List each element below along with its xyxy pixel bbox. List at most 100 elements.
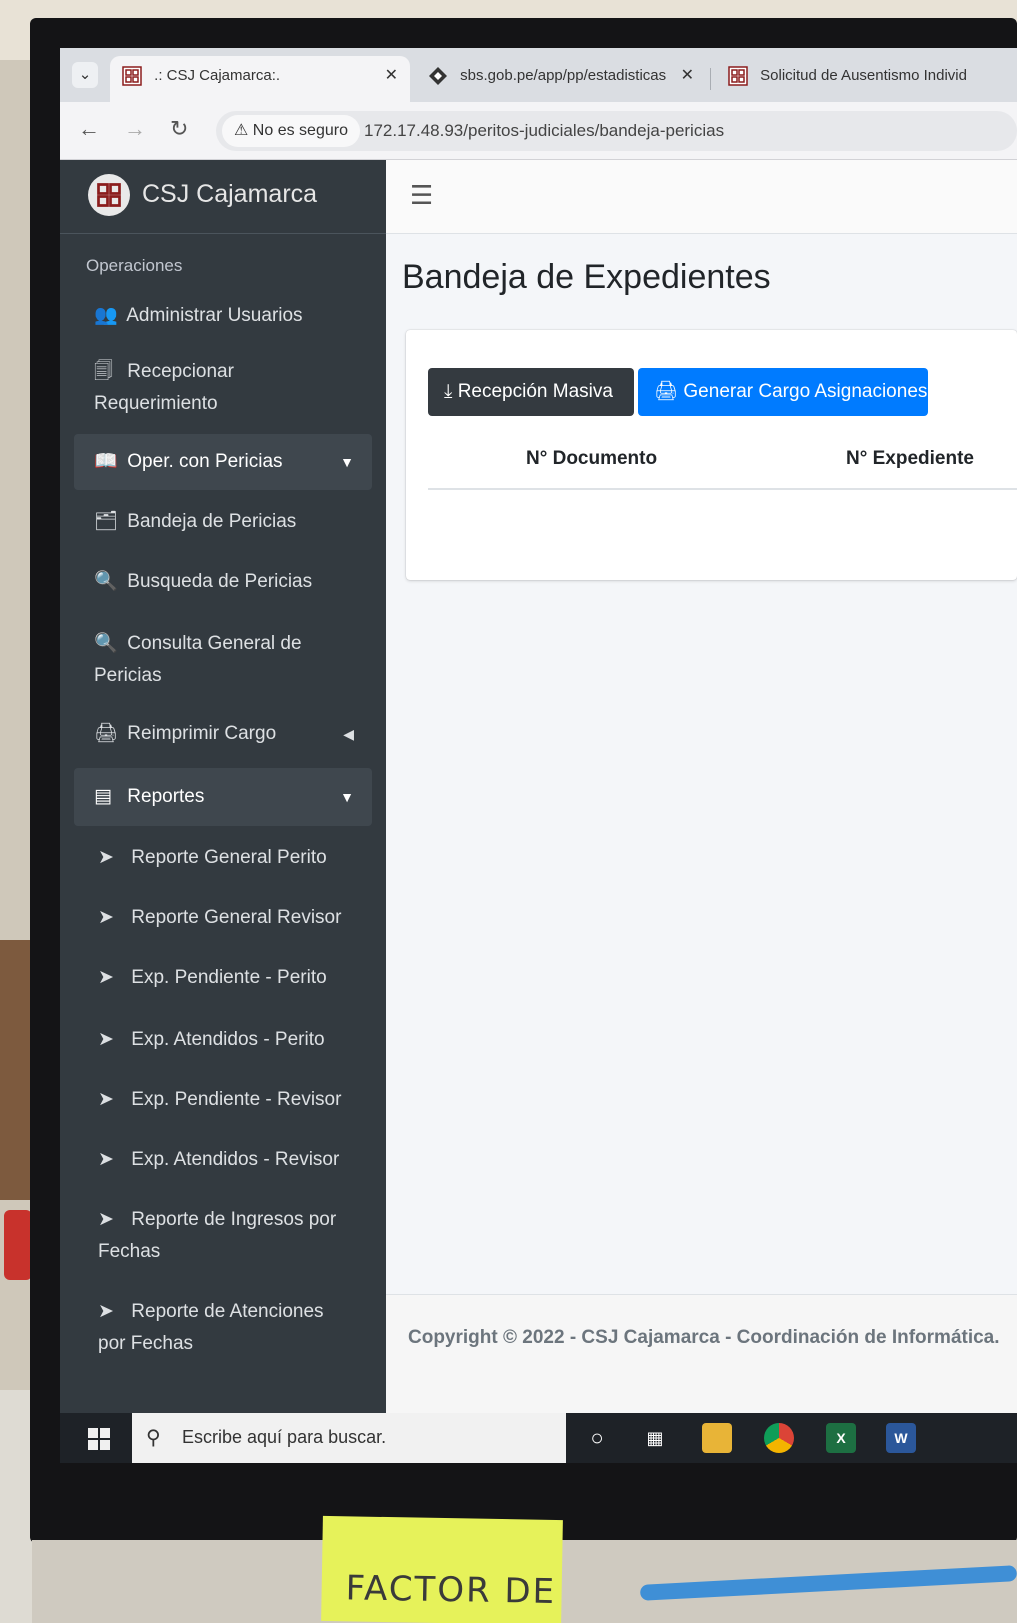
copyright-text: Copyright © 2022 - CSJ Cajamarca - Coord… xyxy=(408,1327,1000,1348)
book-icon: 📖 xyxy=(94,451,118,472)
section-title-operaciones: Operaciones xyxy=(86,256,183,275)
wood-stripe xyxy=(0,940,32,1200)
column-header-documento[interactable]: N° Documento xyxy=(526,448,657,470)
reload-icon[interactable]: ↻ xyxy=(170,116,188,142)
sidebar-item-label: Oper. con Pericias xyxy=(127,451,283,473)
csj-favicon-icon xyxy=(122,66,142,86)
sidebar-item-exp-atendidos-perito[interactable]: ➤ Exp. Atendidos - Perito xyxy=(74,1024,372,1056)
chevron-down-icon: ▼ xyxy=(340,454,354,470)
sidebar-item-reporte-ingresos[interactable]: ➤ Reporte de Ingresos por Fechas xyxy=(74,1204,344,1268)
sticky-note-text: FACTOR DE xyxy=(345,1568,557,1612)
sidebar-item-label: Exp. Atendidos - Perito xyxy=(131,1029,325,1051)
omnibox[interactable]: ⚠ No es seguro 172.17.48.93/peritos-judi… xyxy=(216,111,1017,151)
back-arrow-icon[interactable]: ← xyxy=(78,116,100,142)
taskbar-search-placeholder: Escribe aquí para buscar. xyxy=(182,1427,387,1447)
file-explorer-icon[interactable] xyxy=(702,1423,732,1453)
red-object xyxy=(4,1210,32,1280)
tab-csj-cajamarca[interactable]: .: CSJ Cajamarca:. ✕ xyxy=(110,56,410,102)
send-icon: ➤ xyxy=(98,967,114,988)
sidebar-item-exp-pendiente-perito[interactable]: ➤ Exp. Pendiente - Perito xyxy=(74,962,372,994)
table-header-divider xyxy=(428,488,1017,490)
windows-start-icon[interactable] xyxy=(88,1428,110,1450)
send-icon: ➤ xyxy=(98,907,114,928)
sidebar-item-label: Reporte de Atenciones por Fechas xyxy=(98,1301,324,1355)
sidebar-item-label: Exp. Atendidos - Revisor xyxy=(131,1149,340,1171)
sidebar-item-label: Reimprimir Cargo xyxy=(127,723,277,745)
tab-title: Solicitud de Ausentismo Individ xyxy=(760,67,967,84)
excel-icon[interactable]: X xyxy=(826,1423,856,1453)
cortana-icon[interactable]: ○ xyxy=(582,1423,612,1453)
send-icon: ➤ xyxy=(98,1301,114,1322)
sidebar-item-consulta-general[interactable]: 🔍 Consulta General de Pericias xyxy=(74,628,324,692)
sidebar-item-label: Reporte General Perito xyxy=(131,847,327,869)
hamburger-menu-icon[interactable]: ☰ xyxy=(410,180,433,211)
generar-cargo-button[interactable]: 🖨 Generar Cargo Asignaciones xyxy=(638,368,928,416)
tab-solicitud[interactable]: Solicitud de Ausentismo Individ xyxy=(716,56,1017,102)
users-icon: 👥 xyxy=(94,305,118,326)
url-text[interactable]: 172.17.48.93/peritos-judiciales/bandeja-… xyxy=(364,111,724,151)
printer-icon: 🖨 xyxy=(94,723,119,744)
tab-search-button[interactable]: ⌄ xyxy=(72,62,98,88)
main-content: Bandeja de Expedientes ⤓ Recepción Masiv… xyxy=(386,234,1017,1294)
sidebar-item-administrar-usuarios[interactable]: 👥 Administrar Usuarios xyxy=(74,300,372,332)
task-view-icon[interactable]: ▦ xyxy=(640,1423,670,1453)
sidebar: CSJ Cajamarca Operaciones 👥 Administrar … xyxy=(60,160,386,1413)
sidebar-item-oper-con-pericias[interactable]: 📖 Oper. con Pericias ▼ xyxy=(74,434,372,490)
brand[interactable]: CSJ Cajamarca xyxy=(60,160,386,234)
sidebar-item-label: Reporte de Ingresos por Fechas xyxy=(98,1209,337,1263)
button-label: Recepción Masiva xyxy=(457,381,613,402)
chrome-icon[interactable] xyxy=(764,1423,794,1453)
browser-tab-bar: ⌄ .: CSJ Cajamarca:. ✕ sbs.gob.pe/app/pp… xyxy=(60,48,1017,102)
sidebar-item-reimprimir-cargo[interactable]: 🖨 Reimprimir Cargo ◀ xyxy=(74,718,372,750)
sidebar-item-exp-pendiente-revisor[interactable]: ➤ Exp. Pendiente - Revisor xyxy=(74,1084,372,1116)
security-indicator[interactable]: ⚠ No es seguro xyxy=(222,115,360,147)
taskbar-search-box[interactable]: ⚲ Escribe aquí para buscar. xyxy=(132,1413,566,1463)
close-tab-icon[interactable]: ✕ xyxy=(681,56,694,96)
sidebar-item-bandeja-de-pericias[interactable]: 🗂 Bandeja de Pericias xyxy=(74,506,372,538)
page-title: Bandeja de Expedientes xyxy=(402,258,771,296)
sidebar-item-label: Bandeja de Pericias xyxy=(127,511,297,533)
chevron-left-icon: ◀ xyxy=(343,726,354,742)
sidebar-item-recepcionar-requerimiento[interactable]: 🗐 Recepcionar Requerimiento xyxy=(74,356,304,420)
sidebar-item-label: Reportes xyxy=(127,786,205,808)
brand-name: CSJ Cajamarca xyxy=(142,180,318,208)
inbox-icon: 🗂 xyxy=(94,511,119,532)
sidebar-item-reportes[interactable]: ▤ Reportes ▼ xyxy=(74,768,372,826)
send-icon: ➤ xyxy=(98,1029,114,1050)
sidebar-item-label: Reporte General Revisor xyxy=(131,907,342,929)
search-icon: 🔍 xyxy=(94,571,118,592)
sidebar-item-label: Busqueda de Pericias xyxy=(127,571,313,593)
csj-logo-icon xyxy=(88,174,130,216)
list-icon: ▤ xyxy=(94,786,112,807)
button-label: Generar Cargo Asignaciones xyxy=(683,381,928,402)
search-icon: ⚲ xyxy=(146,1427,161,1449)
tab-title: .: CSJ Cajamarca:. xyxy=(154,67,281,84)
sidebar-item-label: Exp. Pendiente - Revisor xyxy=(131,1089,342,1111)
forward-arrow-icon[interactable]: → xyxy=(124,116,146,142)
sidebar-item-exp-atendidos-revisor[interactable]: ➤ Exp. Atendidos - Revisor xyxy=(74,1144,372,1176)
sticky-note: FACTOR DE xyxy=(321,1515,563,1623)
paper-stack xyxy=(0,1390,32,1623)
document-icon: 🗐 xyxy=(94,361,113,382)
recepcion-masiva-button[interactable]: ⤓ Recepción Masiva xyxy=(428,368,634,416)
security-label: No es seguro xyxy=(252,122,348,139)
word-icon[interactable]: W xyxy=(886,1423,916,1453)
top-navbar: ☰ xyxy=(386,160,1017,234)
tab-title: sbs.gob.pe/app/pp/estadisticas xyxy=(460,67,667,84)
column-header-expediente[interactable]: N° Expediente xyxy=(846,448,974,470)
sidebar-item-label: Exp. Pendiente - Perito xyxy=(131,967,327,989)
tab-separator xyxy=(710,68,711,90)
close-tab-icon[interactable]: ✕ xyxy=(385,56,398,96)
sidebar-item-reporte-atenciones[interactable]: ➤ Reporte de Atenciones por Fechas xyxy=(74,1296,344,1360)
screen: ⌄ .: CSJ Cajamarca:. ✕ sbs.gob.pe/app/pp… xyxy=(60,48,1017,1463)
search-icon: 🔍 xyxy=(94,633,118,654)
send-icon: ➤ xyxy=(98,1149,114,1170)
sidebar-item-reporte-general-revisor[interactable]: ➤ Reporte General Revisor xyxy=(74,902,372,934)
tab-sbs[interactable]: sbs.gob.pe/app/pp/estadisticas ✕ xyxy=(416,56,706,102)
windows-taskbar: ⚲ Escribe aquí para buscar. ○ ▦ X W xyxy=(60,1413,1017,1463)
sidebar-item-reporte-general-perito[interactable]: ➤ Reporte General Perito xyxy=(74,842,372,874)
download-icon: ⤓ xyxy=(444,381,453,402)
sidebar-item-busqueda-de-pericias[interactable]: 🔍 Busqueda de Pericias xyxy=(74,566,372,598)
csj-favicon-icon xyxy=(728,66,748,86)
sidebar-item-label: Administrar Usuarios xyxy=(126,305,303,327)
